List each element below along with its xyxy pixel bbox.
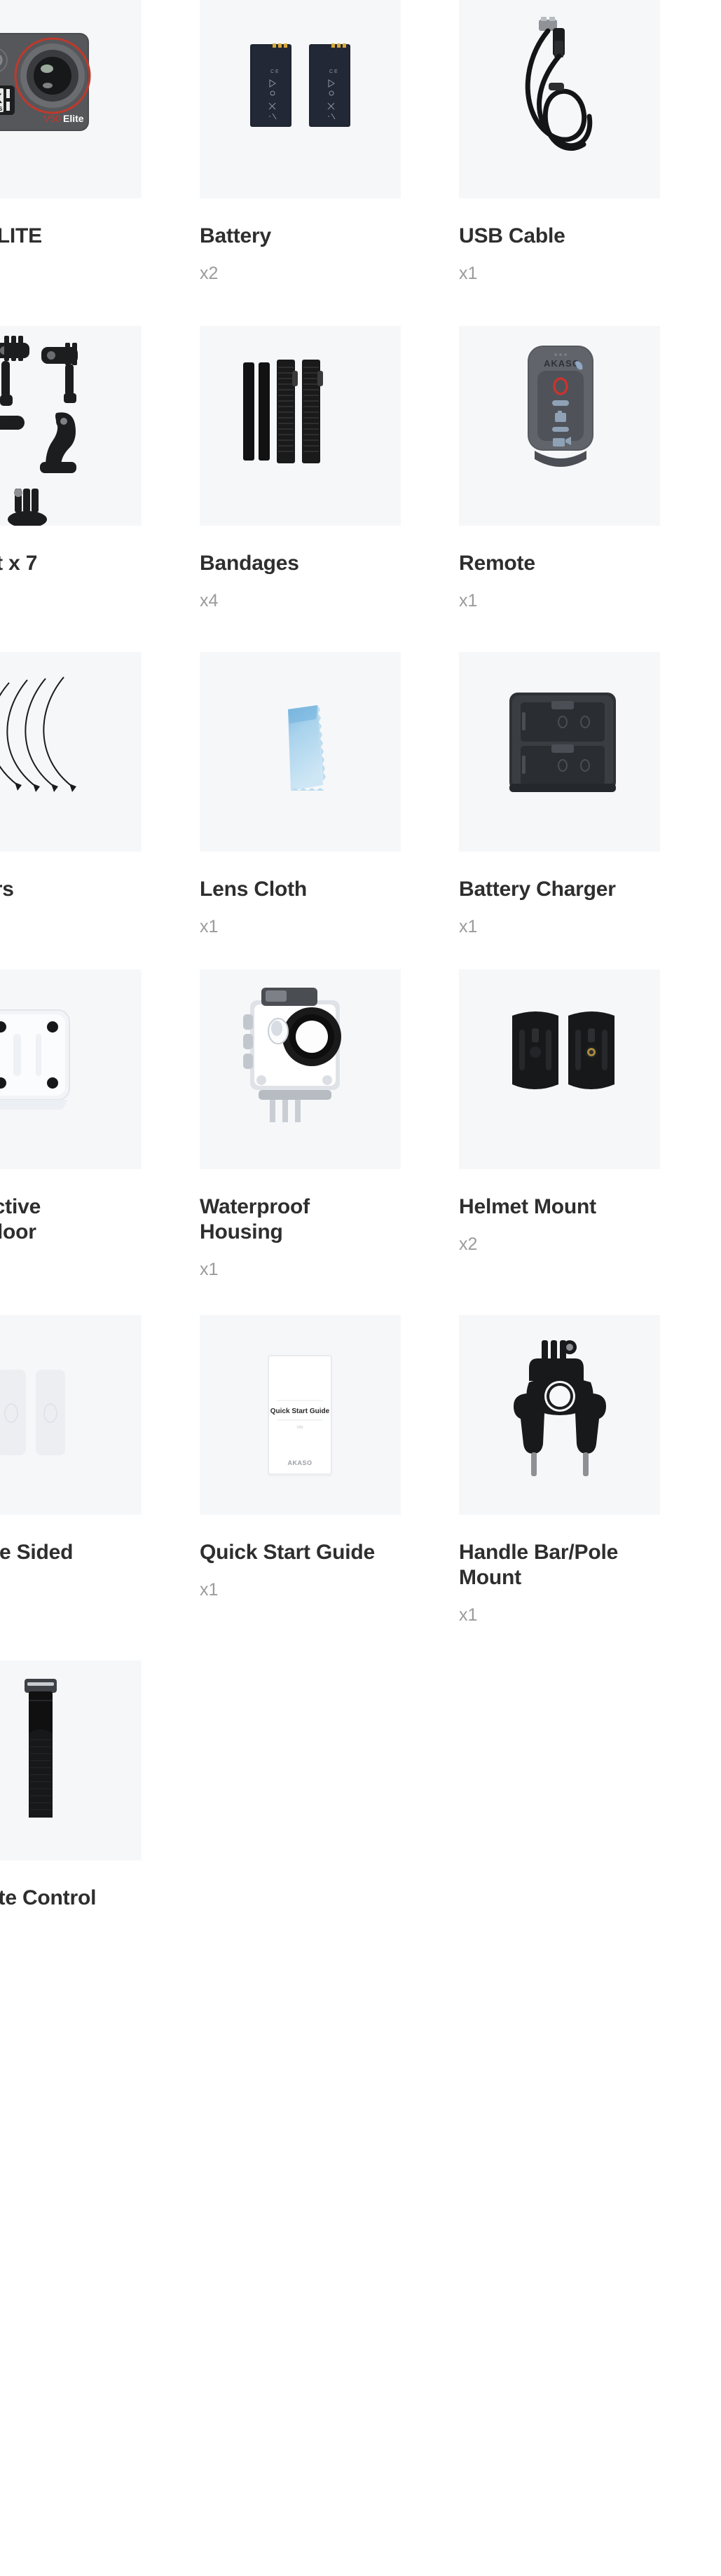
item-title: Waterproof Housing [200,1195,310,1243]
svg-text:V50: V50 [297,1426,303,1430]
accessory-grid: 4K 60FPS V50 Elite V50 ELITE x1 [0,0,721,1971]
grid-cell: 4K 60FPS V50 Elite V50 ELITE x1 [0,0,200,284]
grid-cell: Quick Start Guide V50 AKASO Quick Start … [200,1280,459,1626]
item-image-tile [459,969,660,1169]
item-count: x2 [459,1234,478,1254]
grid-cell: Double Sided Tape x2 [0,1280,200,1626]
item-title: Mount x 7 [0,552,38,575]
item-image-tile [0,1661,142,1860]
item-image-tile: C E C E [200,0,401,198]
item-title: Helmet Mount [459,1195,596,1218]
waterproof-housing-icon [243,988,341,1122]
item-image-tile [0,969,142,1169]
svg-text:4K: 4K [0,92,2,107]
item-image-tile [459,652,660,852]
grid-cell: Handle Bar/Pole Mount x1 [459,1280,718,1626]
item-title: Quick Start Guide [200,1541,375,1564]
item-title: Tethers [0,878,14,901]
item-image-tile: 4K 60FPS V50 Elite [0,0,142,198]
item-title: Double Sided Tape [0,1541,74,1564]
item-image-tile [200,969,401,1169]
grid-cell: Mount x 7 x1 [0,284,200,611]
item-title: Battery Charger [459,878,616,901]
item-title: Lens Cloth [200,878,307,901]
protective-backdoor-icon [0,1009,70,1110]
item-count: x1 [200,1580,219,1600]
item-image-tile [0,326,142,526]
item-title: Bandages [200,552,299,575]
mount-set-icon [0,336,78,526]
item-count: x4 [200,591,219,611]
grid-cell: Lens Cloth x1 [200,611,459,937]
grid-cell: Helmet Mount x2 [459,937,718,1280]
item-count: x1 [459,264,478,283]
item-image-tile [0,1315,142,1515]
grid-cell: C E C E Battery x2 [200,0,459,284]
item-title: Battery [200,224,271,247]
battery-charger-icon [509,693,616,792]
usb-cable-icon [525,17,593,151]
item-title: Handle Bar/Pole Mount [459,1541,619,1589]
grid-cell-empty [459,1626,718,1971]
item-image-tile [0,652,142,852]
item-image-tile: AKASO [459,326,660,526]
handlebar-pole-mount-icon [514,1340,606,1476]
item-title: V50 ELITE [0,224,42,247]
grid-cell: Protective Backdoor x1 [0,937,200,1280]
remote-control-strap-icon [25,1679,57,1818]
remote-control-icon: AKASO [528,346,593,467]
grid-cell-empty [200,1626,459,1971]
item-count: x1 [200,1260,219,1279]
item-count: x1 [200,917,219,936]
svg-text:C E: C E [329,69,338,74]
item-title: Protective Backdoor [0,1195,41,1243]
bandage-strap-icon [243,360,323,463]
helmet-mount-icon [512,1011,614,1089]
item-count: x1 [459,591,478,611]
lens-cloth-icon [288,705,326,791]
grid-cell: AKASO Remote x1 [459,284,718,611]
guide-cover-brand: AKASO [287,1459,312,1466]
item-title: Remote [459,552,535,575]
grid-cell: Bandages x4 [200,284,459,611]
item-image-tile [459,0,660,198]
battery-pack-icon: C E C E [250,43,350,127]
svg-text:Elite: Elite [63,113,84,124]
svg-text:V50: V50 [43,113,61,124]
double-sided-tape-icon [0,1370,65,1455]
item-count: x1 [459,1605,478,1625]
grid-cell: Waterproof Housing x1 [200,937,459,1280]
guide-cover-heading: Quick Start Guide [270,1408,330,1415]
item-image-tile [200,326,401,526]
item-count: x2 [200,264,219,283]
svg-text:AKASO: AKASO [544,358,580,369]
item-title: Remote Control Strap [0,1886,97,1909]
grid-cell: Battery Charger x1 [459,611,718,937]
item-image-tile: Quick Start Guide V50 AKASO [200,1315,401,1515]
svg-text:C E: C E [270,69,279,74]
tether-icon [0,676,76,792]
item-title: USB Cable [459,224,565,247]
grid-cell: Remote Control Strap x1 [0,1626,200,1971]
grid-cell: USB Cable x1 [459,0,718,284]
item-image-tile [459,1315,660,1515]
action-camera-icon: 4K 60FPS V50 Elite [0,33,91,131]
item-image-tile [200,652,401,852]
item-count: x1 [459,917,478,936]
quick-start-guide-icon: Quick Start Guide V50 AKASO [268,1355,332,1476]
grid-cell: Tethers x5 [0,611,200,937]
